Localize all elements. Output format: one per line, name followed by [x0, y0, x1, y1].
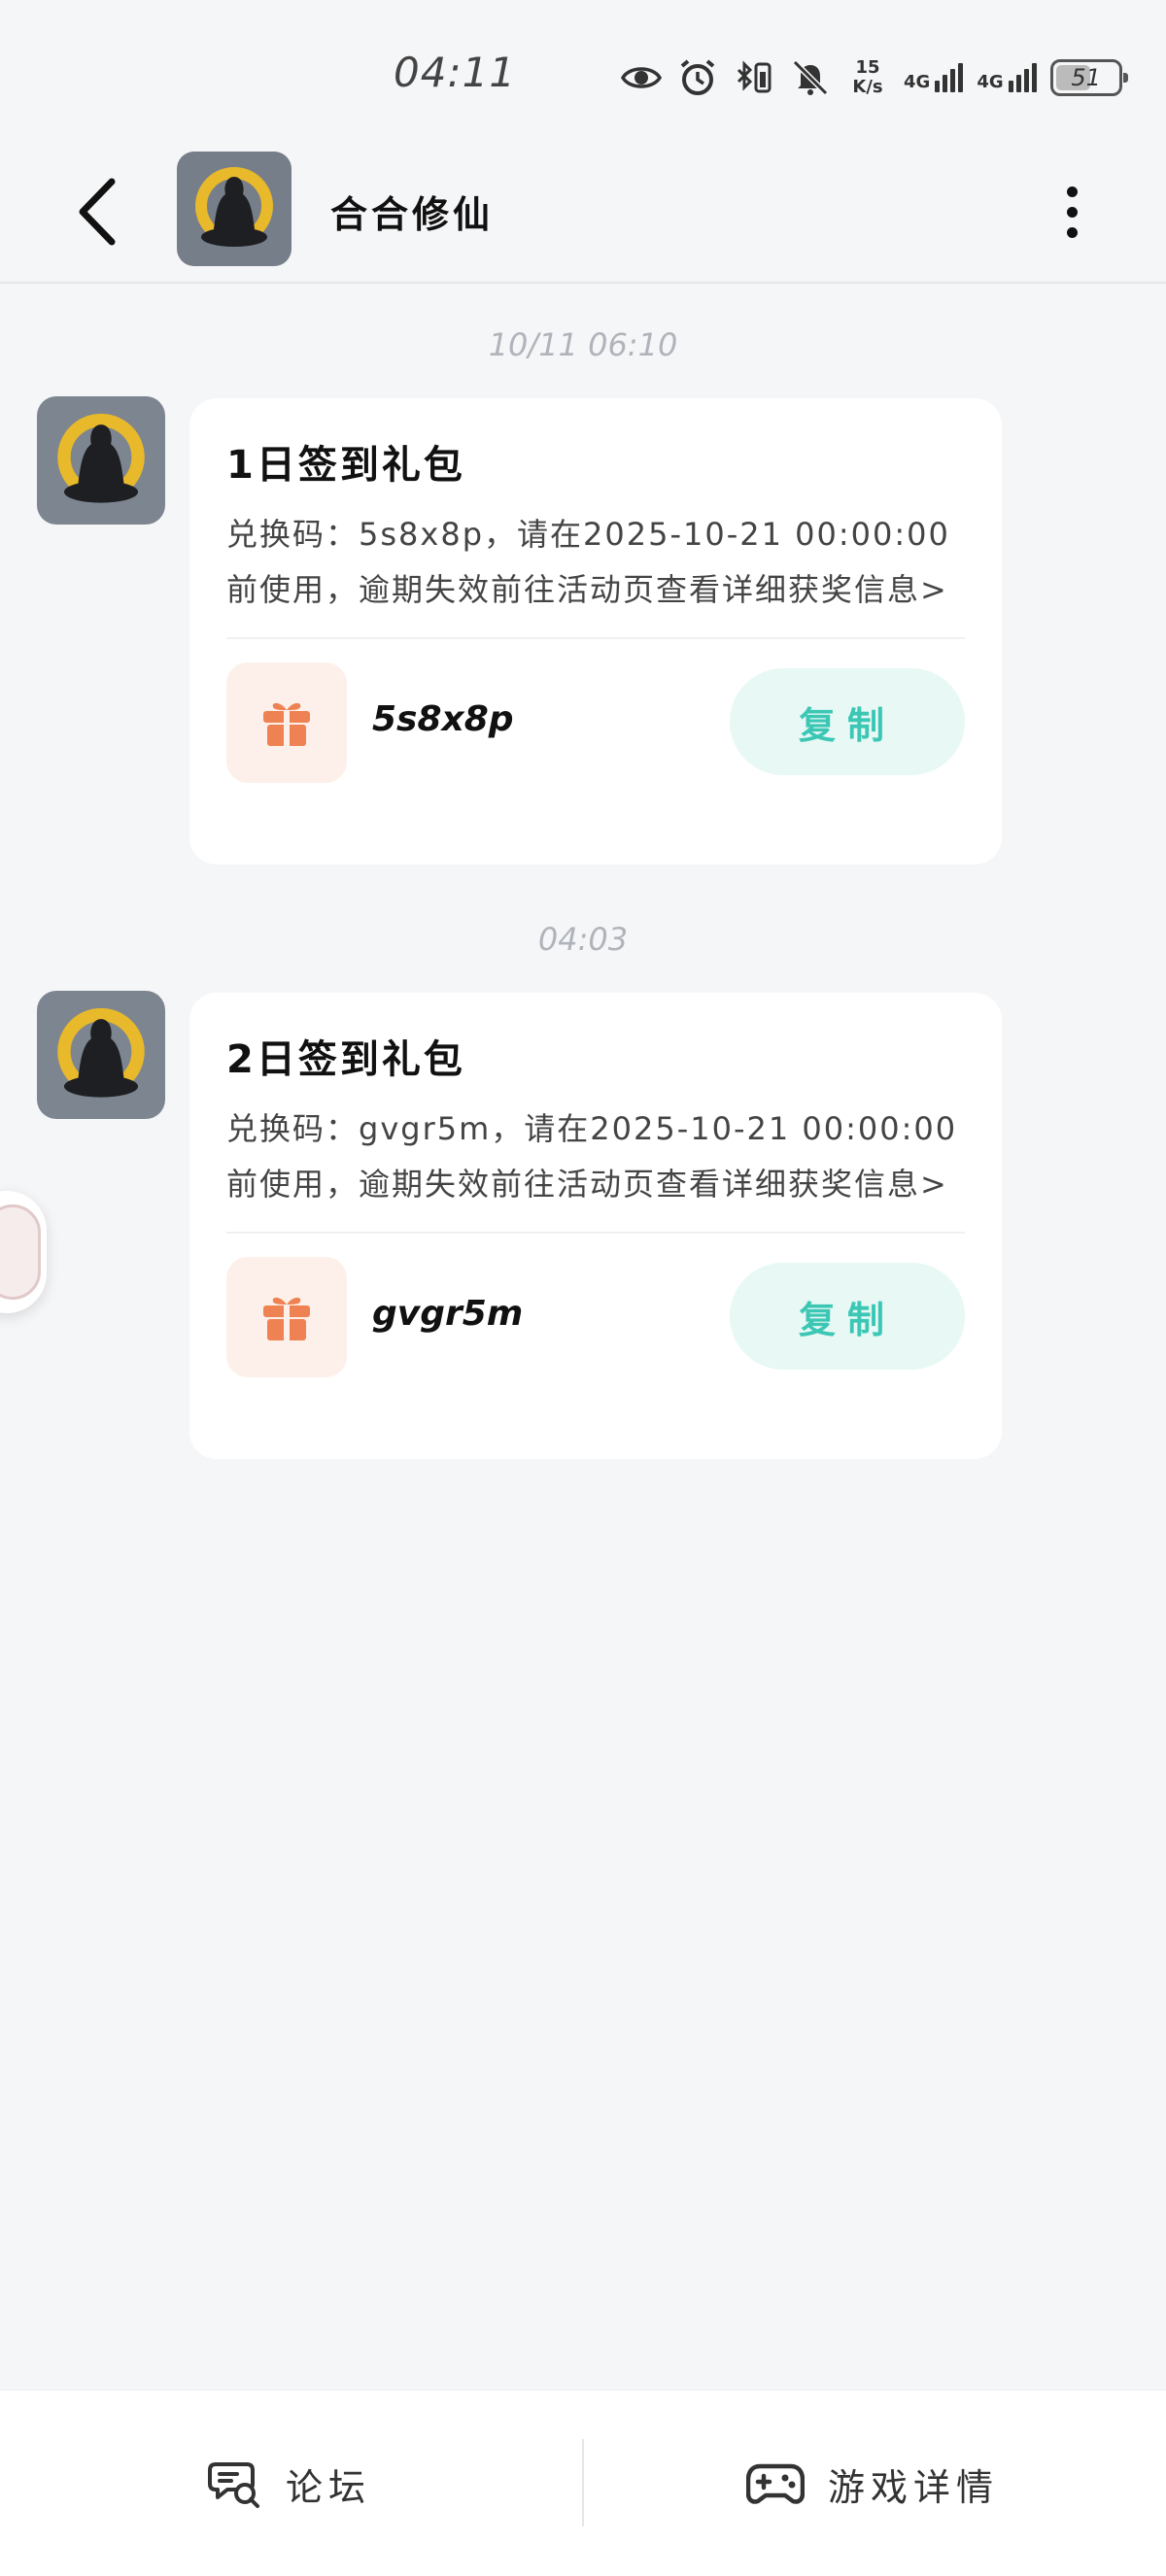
tab-forum[interactable]: 论坛: [208, 2390, 371, 2576]
copy-button[interactable]: 复制: [730, 668, 965, 775]
copy-button[interactable]: 复制: [730, 1263, 965, 1370]
signal-strength-2: 4G: [977, 63, 1037, 92]
gift-icon: [263, 702, 310, 746]
meditating-figure-logo: [177, 152, 292, 266]
chat-header: 合合修仙: [0, 146, 1166, 284]
alarm-icon: [676, 56, 719, 99]
signal-label-2: 4G: [977, 72, 1004, 92]
bluetooth-battery-icon: [733, 56, 775, 99]
signal-bar: [1008, 81, 1013, 92]
gift-code-row: 5s8x8p 复制: [226, 639, 965, 820]
signal-bar: [935, 81, 941, 92]
network-speed-unit: K/s: [852, 77, 883, 97]
floating-assistant-icon: [0, 1204, 41, 1300]
status-bar: 04:11 15 K/s 4G 4G 51: [0, 0, 1166, 146]
battery-indicator: 51: [1049, 59, 1128, 96]
status-icons: 15 K/s 4G 4G 51: [620, 51, 1128, 105]
meditating-figure-logo: [37, 991, 165, 1119]
tab-game-detail-label: 游戏详情: [828, 2465, 1000, 2509]
bell-off-icon: [789, 56, 832, 99]
signal-bar: [1031, 63, 1037, 92]
meditating-figure-logo: [37, 396, 165, 525]
app-avatar[interactable]: [177, 152, 292, 266]
gamepad-icon: [746, 2463, 805, 2504]
signal-bar: [950, 69, 956, 92]
battery-nub: [1122, 73, 1128, 83]
sender-avatar[interactable]: [37, 396, 165, 525]
tab-game-detail[interactable]: 游戏详情: [746, 2390, 999, 2576]
message-timestamp: 04:03: [537, 921, 629, 958]
page-title: 合合修仙: [330, 193, 495, 236]
gift-icon-box: [226, 1257, 347, 1377]
floating-assistant-bubble[interactable]: [0, 1191, 47, 1313]
chat-page: 04:11 15 K/s 4G 4G 51 合合修仙 10/11 06:10 1…: [0, 0, 1166, 2576]
signal-bar: [943, 75, 948, 92]
more-vertical-icon-dot: [1066, 186, 1078, 197]
signal-label-1: 4G: [904, 72, 931, 92]
chevron-left-icon: [79, 178, 116, 246]
gift-title: 1日签到礼包: [226, 443, 465, 488]
gift-title: 2日签到礼包: [226, 1037, 465, 1082]
gift-message-card[interactable]: 2日签到礼包 兑换码：gvgr5m，请在2025-10-21 00:00:00前…: [189, 993, 1002, 1459]
gift-icon: [263, 1297, 310, 1340]
signal-bar: [1015, 75, 1021, 92]
gift-icon-box: [226, 662, 347, 783]
gift-code: 5s8x8p: [372, 699, 514, 739]
gift-code-row: gvgr5m 复制: [226, 1234, 965, 1414]
bottom-nav: 论坛 游戏详情: [0, 2390, 1166, 2576]
message-timestamp: 10/11 06:10: [488, 326, 678, 363]
bottom-nav-divider: [582, 2439, 584, 2526]
signal-strength-1: 4G: [904, 63, 964, 92]
gift-message-card[interactable]: 1日签到礼包 兑换码：5s8x8p，请在2025-10-21 00:00:00前…: [189, 398, 1002, 864]
status-time: 04:11: [394, 49, 517, 96]
tab-forum-label: 论坛: [286, 2465, 372, 2509]
more-options-button[interactable]: [1049, 173, 1094, 251]
gift-code: gvgr5m: [372, 1294, 524, 1334]
gift-description[interactable]: 兑换码：gvgr5m，请在2025-10-21 00:00:00前使用，逾期失效…: [226, 1102, 965, 1212]
eye-icon: [620, 56, 663, 99]
back-button[interactable]: [58, 173, 136, 251]
battery-level: 51: [1071, 64, 1101, 91]
chat-search-icon: [208, 2462, 259, 2508]
sender-avatar[interactable]: [37, 991, 165, 1119]
signal-bar: [1023, 69, 1029, 92]
network-speed-value: 15: [855, 57, 880, 78]
more-vertical-icon-dot: [1066, 226, 1078, 238]
gift-description[interactable]: 兑换码：5s8x8p，请在2025-10-21 00:00:00前使用，逾期失效…: [226, 507, 965, 618]
network-speed: 15 K/s: [845, 58, 890, 97]
signal-bar: [958, 63, 964, 92]
more-vertical-icon-dot: [1066, 206, 1078, 218]
